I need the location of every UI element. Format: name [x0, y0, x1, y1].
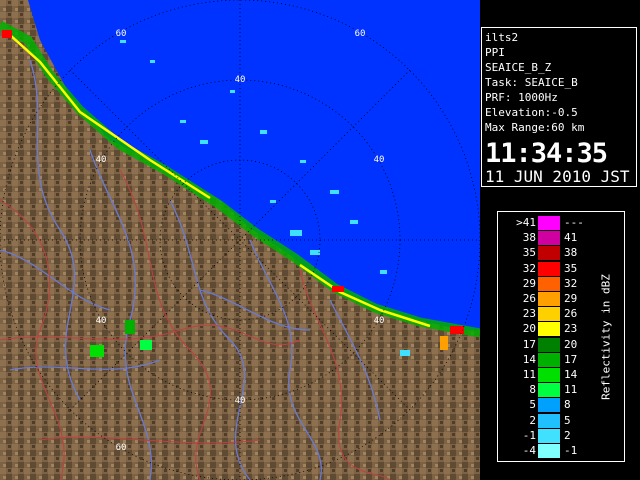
- legend-upper-bound: 5: [564, 413, 571, 427]
- scan-time: 11:34:35: [485, 138, 608, 169]
- legend-upper-bound: 29: [564, 292, 578, 305]
- range-label-60-topright: 60: [355, 29, 366, 39]
- legend-lower-bound: 29: [522, 276, 536, 290]
- scan-date: 11 JUN 2010 JST: [485, 167, 630, 186]
- legend-lower-bound: 38: [522, 231, 536, 245]
- legend-color-swatch: [538, 383, 560, 398]
- legend-row: >41 ---: [498, 216, 602, 230]
- legend-color-swatch: [538, 292, 560, 306]
- task-name: Task: SEAICE_B: [485, 76, 578, 89]
- radar-map[interactable]: 60 60 40 40 40 40 40 40 60: [0, 0, 480, 480]
- range-label-40-right: 40: [374, 155, 385, 165]
- legend-upper-bound: 38: [564, 246, 578, 260]
- legend-unit-label: Reflectivity in dBZ: [599, 274, 613, 400]
- legend-row: 8 11: [498, 383, 602, 398]
- radar-display: 60 60 40 40 40 40 40 40 60 ilts2 PPI SEA…: [0, 0, 640, 480]
- legend-row: 11 14: [498, 368, 602, 382]
- legend-lower-bound: 23: [522, 307, 536, 321]
- legend-lower-bound: 17: [522, 337, 536, 351]
- legend-upper-bound: 41: [564, 231, 578, 245]
- elevation-value: Elevation:-0.5: [485, 106, 578, 119]
- legend-color-swatch: [538, 352, 560, 367]
- legend-lower-bound: -1: [522, 428, 536, 442]
- product-name: SEAICE_B_Z: [485, 61, 552, 74]
- legend-row: 26 29: [498, 292, 602, 306]
- range-label-60-bottom: 60: [116, 443, 127, 453]
- legend-row: 32 35: [498, 261, 602, 276]
- info-panel: ilts2 PPI SEAICE_B_Z Task: SEAICE_B PRF:…: [481, 27, 637, 187]
- prf-value: PRF: 1000Hz: [485, 91, 558, 104]
- legend-upper-bound: 17: [564, 352, 578, 366]
- legend-upper-bound: ---: [564, 216, 584, 229]
- legend-color-swatch: [538, 231, 560, 246]
- legend-color-swatch: [538, 337, 560, 352]
- legend-color-swatch: [538, 276, 560, 291]
- legend-color-swatch: [538, 246, 560, 261]
- legend-color-swatch: [538, 444, 560, 458]
- legend-row: 29 32: [498, 276, 602, 291]
- range-label-40-top: 40: [235, 75, 246, 85]
- legend-color-swatch: [538, 261, 560, 276]
- range-label-40-bottom: 40: [235, 396, 246, 406]
- range-label-40-left: 40: [96, 155, 107, 165]
- legend-upper-bound: 23: [564, 322, 578, 336]
- legend-lower-bound: 14: [522, 352, 536, 366]
- legend-upper-bound: 32: [564, 276, 578, 290]
- legend-color-swatch: [538, 398, 560, 413]
- legend-color-swatch: [538, 322, 560, 337]
- range-label-40-lowleft: 40: [96, 316, 107, 326]
- legend-upper-bound: 14: [564, 368, 578, 381]
- legend-lower-bound: 20: [522, 322, 536, 336]
- legend-row: 25: [498, 413, 602, 428]
- range-label-40-lowright: 40: [374, 316, 385, 326]
- legend-color-swatch: [538, 307, 560, 322]
- legend-row: -1 2: [498, 428, 602, 443]
- legend-upper-bound: 35: [564, 261, 578, 275]
- legend-lower-bound: >41: [516, 216, 536, 229]
- legend-row: -4 -1: [498, 444, 602, 458]
- legend-row: 20 23: [498, 322, 602, 337]
- legend-row: 17 20: [498, 337, 602, 352]
- legend-row: 14 17: [498, 352, 602, 367]
- legend-upper-bound: 8: [564, 398, 571, 412]
- legend-row: 23 26: [498, 307, 602, 322]
- legend-lower-bound: 35: [522, 246, 536, 260]
- legend-upper-bound: -1: [564, 444, 578, 457]
- legend-row: 58: [498, 398, 602, 413]
- legend-color-swatch: [538, 368, 560, 382]
- legend-upper-bound: 26: [564, 307, 578, 321]
- legend-upper-bound: 11: [564, 383, 578, 397]
- legend-lower-bound: 26: [522, 292, 536, 305]
- legend-lower-bound: -4: [522, 444, 536, 457]
- legend-row: 38 41: [498, 231, 602, 246]
- legend-lower-bound: 8: [529, 383, 536, 397]
- legend-color-swatch: [538, 428, 560, 443]
- legend-color-swatch: [538, 216, 560, 230]
- legend-lower-bound: 11: [522, 368, 536, 381]
- legend-lower-bound: 5: [529, 398, 536, 412]
- legend-color-swatch: [538, 413, 560, 428]
- max-range-value: Max Range:60 km: [485, 121, 585, 134]
- legend-row: 35 38: [498, 246, 602, 261]
- legend-lower-bound: 2: [529, 413, 536, 427]
- reflectivity-legend: >41 --- 38 41 35 38 32 35 29 32 26 29 23 26 20 23 17 20 14…: [497, 211, 625, 462]
- scan-mode: PPI: [485, 46, 505, 59]
- range-label-60-top: 60: [116, 29, 127, 39]
- legend-lower-bound: 32: [522, 261, 536, 275]
- radar-site: ilts2: [485, 31, 519, 44]
- legend-upper-bound: 2: [564, 428, 571, 442]
- legend-upper-bound: 20: [564, 337, 578, 351]
